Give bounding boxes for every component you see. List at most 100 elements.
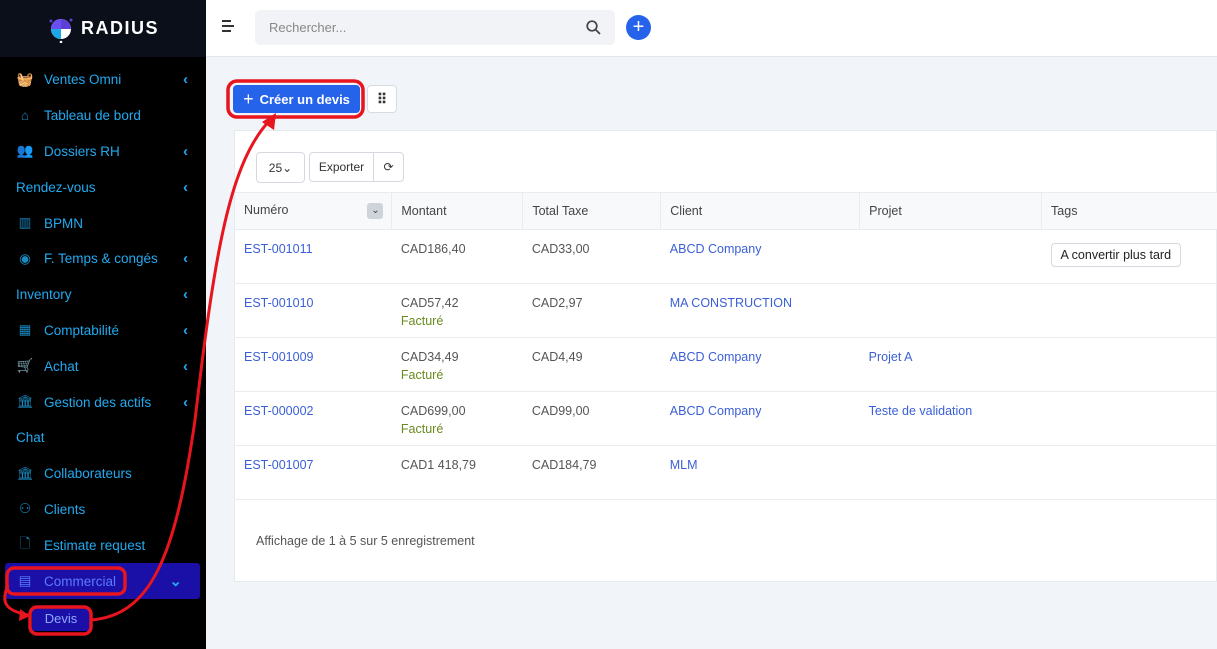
menu-toggle-icon[interactable]	[222, 20, 234, 35]
sidebar-item-label: Achat	[44, 358, 79, 374]
basket-icon: 🧺	[16, 71, 34, 87]
bank-icon: 🏛	[16, 465, 34, 481]
client-link[interactable]: MA CONSTRUCTION	[670, 296, 792, 310]
sidebar-item-label: Clients	[44, 501, 86, 517]
topbar: Rechercher... +	[206, 0, 1217, 57]
sidebar-item-gestion-des-actifs[interactable]: 🏛 Gestion des actifs ‹	[0, 384, 206, 420]
status-label: Facturé	[400, 422, 444, 436]
sidebar: RADIUS 🧺 Ventes Omni ‹ ⌂ Tableau de bord 👥 Dos…	[0, 0, 206, 649]
search-placeholder: Rechercher...	[269, 20, 347, 35]
project-link[interactable]: Projet A	[869, 350, 913, 364]
logo[interactable]: RADIUS	[0, 0, 206, 57]
sort-chevron-icon[interactable]: ⌄	[367, 203, 384, 219]
chevron-left-icon: ‹	[183, 393, 188, 411]
amount: CAD699,00	[400, 404, 466, 418]
sidebar-item-bpmn[interactable]: ▥ BPMN	[0, 205, 206, 241]
sidebar-item-label: Chat	[16, 430, 45, 446]
calculator-icon: ▦	[18, 322, 32, 338]
column-header[interactable]: Tags	[1041, 192, 1217, 230]
project-link[interactable]: Teste de validation	[869, 404, 973, 418]
sidebar-item-label: Estimate request	[44, 537, 146, 553]
search-input[interactable]: Rechercher...	[255, 10, 615, 45]
sidebar-item-comptabilit-[interactable]: ▦ Comptabilité ‹	[0, 313, 206, 349]
sidebar-item-estimate-request[interactable]: 🗋 Estimate request	[0, 527, 206, 563]
tax: CAD4,49	[531, 350, 583, 364]
client-link[interactable]: MLM	[670, 458, 698, 472]
chevron-left-icon: ‹	[183, 250, 188, 268]
refresh-icon[interactable]: ⟳	[373, 152, 404, 182]
grid-icon[interactable]: ⠿	[367, 85, 397, 113]
map-icon: ▥	[18, 215, 32, 231]
sidebar-item-label: F. Temps & congés	[44, 251, 158, 267]
sidebar-item-collaborateurs[interactable]: 🏛 Collaborateurs	[0, 456, 206, 492]
sidebar-item-ventes-omni[interactable]: 🧺 Ventes Omni ‹	[0, 62, 206, 98]
quote-number-link[interactable]: EST-000002	[244, 404, 314, 418]
tax: CAD99,00	[531, 404, 590, 418]
client-link[interactable]: ABCD Company	[670, 404, 762, 418]
quote-number-link[interactable]: EST-001011	[244, 242, 313, 256]
receipt-icon: ▤	[18, 573, 32, 589]
quotes-card: 25 ⌄ Exporter ⟳ Numéro ⌄ Montant Total Taxe C…	[234, 130, 1217, 582]
sidebar-item-label: Inventory	[16, 287, 72, 303]
chevron-down-icon: ⌄	[169, 573, 182, 591]
client-link[interactable]: ABCD Company	[670, 242, 762, 256]
tag-badge: A convertir plus tard	[1050, 243, 1182, 267]
column-header[interactable]: Projet	[859, 192, 1043, 230]
users-icon: 👥	[16, 143, 34, 159]
sidebar-item-label: BPMN	[44, 215, 84, 231]
add-button[interactable]: +	[626, 15, 651, 40]
sidebar-item-label: Gestion des actifs	[44, 394, 152, 410]
table-row: EST-001011 CAD186,40 CAD33,00 ABCD Compa…	[235, 229, 1217, 284]
sidebar-subitem-devis[interactable]: Devis	[32, 606, 90, 631]
sidebar-item-inventory[interactable]: Inventory ‹	[0, 277, 206, 313]
quote-number-link[interactable]: EST-001009	[244, 350, 314, 364]
sidebar-item-clients[interactable]: ⚇ Clients	[0, 492, 206, 528]
arrow-head	[262, 113, 276, 130]
amount: CAD34,49	[400, 350, 459, 364]
bank-icon: 🏛	[16, 394, 34, 410]
sidebar-item-label: Commercial	[44, 573, 117, 589]
table-row: EST-001010 CAD57,42 Facturé CAD2,97 MA CO…	[235, 283, 1217, 338]
chevron-left-icon: ‹	[183, 357, 188, 375]
amount: CAD57,42	[400, 296, 459, 310]
column-header[interactable]: Total Taxe	[522, 192, 662, 230]
tax: CAD184,79	[531, 458, 597, 472]
home-icon: ⌂	[20, 108, 30, 124]
export-button[interactable]: Exporter	[309, 152, 374, 182]
sidebar-item-label: Tableau de bord	[44, 108, 141, 124]
sidebar-item-tableau-de-bord[interactable]: ⌂ Tableau de bord	[0, 98, 206, 134]
chevron-left-icon: ‹	[183, 71, 188, 89]
sidebar-item-label: Ventes Omni	[44, 72, 122, 88]
column-header[interactable]: Montant	[391, 192, 524, 230]
plus-icon: +	[243, 88, 254, 109]
sidebar-item-label: Comptabilité	[44, 322, 120, 338]
sidebar-item-dossiers-rh[interactable]: 👥 Dossiers RH ‹	[0, 134, 206, 170]
table-row: EST-001007 CAD1 418,79 CAD184,79 MLM	[235, 445, 1217, 500]
column-header[interactable]: Client	[660, 192, 861, 230]
chevron-left-icon: ‹	[183, 321, 188, 339]
sidebar-item-label: Dossiers RH	[44, 143, 120, 159]
sidebar-item-commercial[interactable]: ▤ Commercial ⌄	[5, 563, 200, 599]
column-header[interactable]: Numéro ⌄	[235, 192, 393, 230]
sidebar-nav: 🧺 Ventes Omni ‹ ⌂ Tableau de bord 👥 Dossiers R…	[0, 62, 206, 631]
chevron-left-icon: ‹	[183, 178, 188, 196]
search-icon[interactable]	[586, 20, 601, 35]
chevron-left-icon: ‹	[183, 286, 188, 304]
chevron-down-icon: ⌄	[282, 160, 293, 175]
sidebar-item-label: Collaborateurs	[44, 466, 132, 482]
amount: CAD186,40	[400, 242, 466, 256]
sidebar-item-f-temps-cong-s[interactable]: ◉ F. Temps & congés ‹	[0, 241, 206, 277]
sidebar-item-rendez-vous[interactable]: Rendez-vous ‹	[0, 169, 206, 205]
page-size-select[interactable]: 25 ⌄	[256, 152, 305, 183]
quote-number-link[interactable]: EST-001007	[244, 458, 314, 472]
pagination-info: Affichage de 1 à 5 sur 5 enregistrement	[256, 534, 475, 548]
create-quote-button[interactable]: + Créer un devis	[233, 85, 360, 113]
sidebar-item-chat[interactable]: Chat	[0, 420, 206, 456]
client-link[interactable]: ABCD Company	[670, 350, 762, 364]
sidebar-item-achat[interactable]: 🛒 Achat ‹	[0, 348, 206, 384]
amount: CAD1 418,79	[400, 458, 476, 472]
sidebar-item-label: Rendez-vous	[16, 179, 96, 195]
tax: CAD2,97	[531, 296, 583, 310]
quote-number-link[interactable]: EST-001010	[244, 296, 314, 310]
user-circle-icon: ◉	[19, 250, 31, 266]
